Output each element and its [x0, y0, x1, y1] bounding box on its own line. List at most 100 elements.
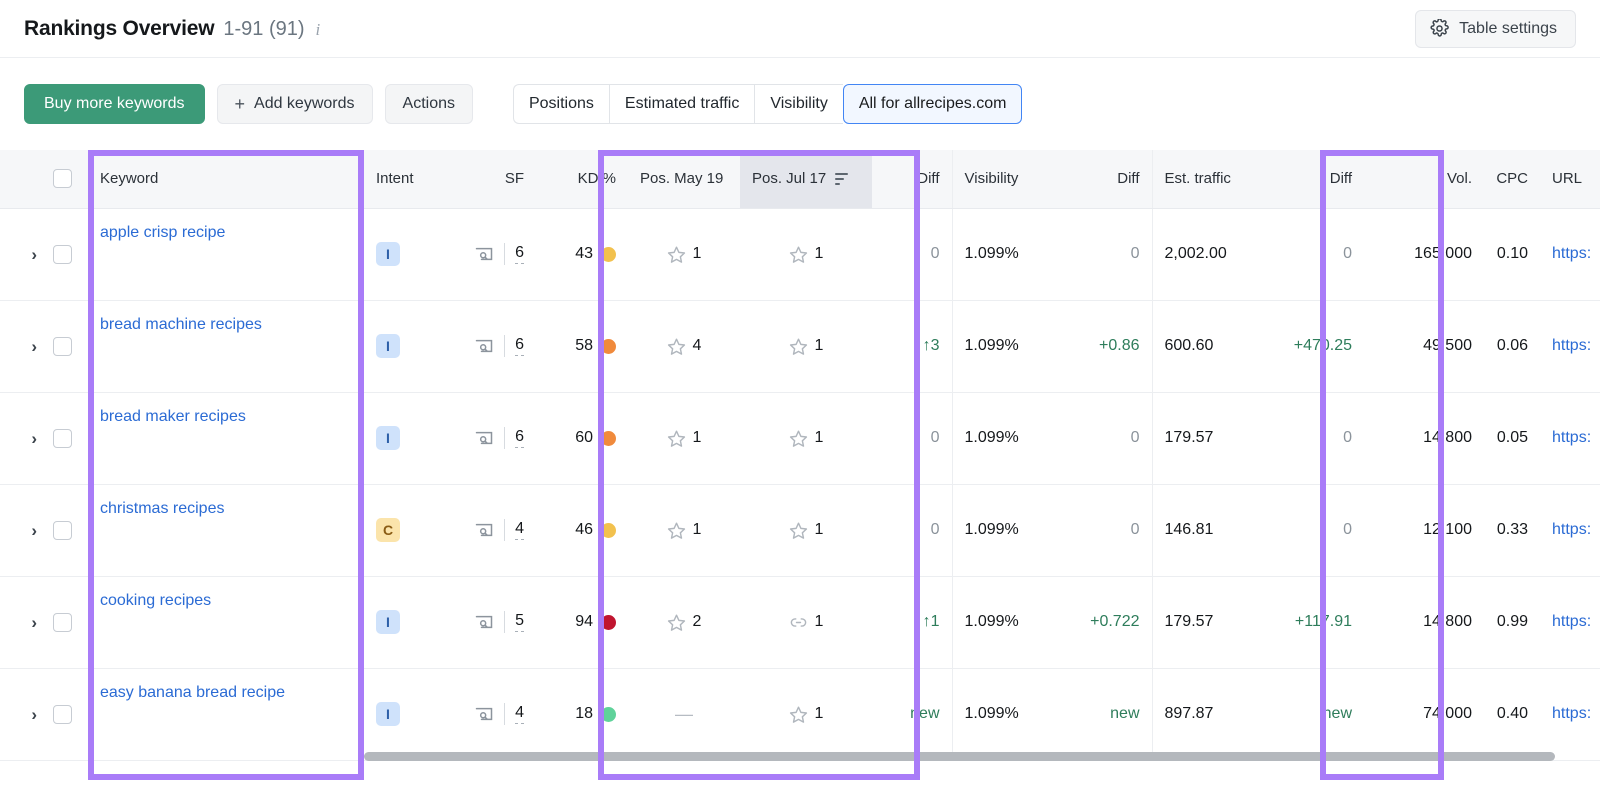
tab-all-for-domain[interactable]: All for allrecipes.com: [843, 84, 1023, 124]
url-link[interactable]: https:: [1552, 429, 1591, 446]
column-header-keyword[interactable]: Keyword: [88, 150, 364, 208]
url-link[interactable]: https:: [1552, 705, 1591, 722]
intent-badge[interactable]: I: [376, 610, 400, 634]
keyword-link[interactable]: apple crisp recipe: [100, 224, 225, 241]
keyword-link[interactable]: bread maker recipes: [100, 408, 246, 425]
pos-diff-cell: 0: [872, 392, 952, 484]
expand-row-icon[interactable]: ›: [31, 430, 37, 447]
row-checkbox[interactable]: [53, 245, 72, 264]
est-traffic-cell: 600.60: [1152, 300, 1274, 392]
intent-badge[interactable]: I: [376, 242, 400, 266]
intent-badge[interactable]: I: [376, 426, 400, 450]
sort-descending-icon[interactable]: [833, 172, 850, 186]
expand-row-icon[interactable]: ›: [31, 522, 37, 539]
sf-value[interactable]: 4: [515, 520, 524, 540]
table-row[interactable]: ›bread maker recipesI6601101.099%0179.57…: [0, 392, 1600, 484]
sf-value[interactable]: 6: [515, 244, 524, 264]
position-value: 1: [815, 245, 824, 263]
kd-cell: 58: [536, 300, 628, 392]
actions-button[interactable]: Actions: [385, 84, 473, 124]
column-header-traffic-diff[interactable]: Diff: [1274, 150, 1364, 208]
serp-features-icon: [474, 244, 494, 264]
row-checkbox[interactable]: [53, 613, 72, 632]
expand-row-icon[interactable]: ›: [31, 338, 37, 355]
add-keywords-button[interactable]: + Add keywords: [217, 84, 373, 124]
table-settings-button[interactable]: Table settings: [1415, 10, 1576, 48]
star-icon: [667, 245, 686, 264]
row-checkbox[interactable]: [53, 429, 72, 448]
pos-jul-cell: 1: [740, 576, 872, 668]
table-row[interactable]: ›bread machine recipesI65841↑31.099%+0.8…: [0, 300, 1600, 392]
volume-cell: 74,000: [1364, 668, 1484, 760]
kd-difficulty-dot: [601, 523, 616, 538]
volume-cell: 14,800: [1364, 576, 1484, 668]
buy-more-keywords-button[interactable]: Buy more keywords: [24, 84, 205, 124]
column-label-pos-may: Pos. May 19: [640, 170, 723, 187]
url-link[interactable]: https:: [1552, 245, 1591, 262]
expand-row-icon[interactable]: ›: [31, 706, 37, 723]
pos-may-cell: —: [628, 668, 740, 760]
url-cell: https:: [1540, 484, 1600, 576]
kd-difficulty-dot: [601, 247, 616, 262]
sf-value[interactable]: 6: [515, 428, 524, 448]
table-row[interactable]: ›christmas recipesC4461101.099%0146.8101…: [0, 484, 1600, 576]
row-checkbox[interactable]: [53, 337, 72, 356]
kd-cell: 46: [536, 484, 628, 576]
visibility-diff-cell: 0: [1062, 392, 1152, 484]
est-traffic-cell: 2,002.00: [1152, 208, 1274, 300]
sf-value[interactable]: 4: [515, 704, 524, 724]
column-header-volume[interactable]: Vol.: [1364, 150, 1484, 208]
keyword-link[interactable]: christmas recipes: [100, 500, 224, 517]
keyword-link[interactable]: bread machine recipes: [100, 316, 262, 333]
sf-cell: 5: [438, 576, 536, 668]
expand-row-icon[interactable]: ›: [31, 614, 37, 631]
select-all-checkbox[interactable]: [53, 169, 72, 188]
sf-cell: 6: [438, 208, 536, 300]
column-header-pos-jul[interactable]: Pos. Jul 17: [740, 150, 872, 208]
info-icon[interactable]: i: [316, 20, 321, 40]
keyword-link[interactable]: cooking recipes: [100, 592, 211, 609]
sf-cell: 6: [438, 300, 536, 392]
intent-badge[interactable]: I: [376, 334, 400, 358]
position-value: 1: [815, 705, 824, 723]
position-value: 1: [693, 429, 702, 447]
sf-value[interactable]: 5: [515, 612, 524, 632]
rankings-table: Keyword Intent SF KD % Pos. May 19 Pos. …: [0, 150, 1600, 761]
tab-estimated-traffic[interactable]: Estimated traffic: [609, 84, 754, 124]
position-value: 1: [693, 521, 702, 539]
url-link[interactable]: https:: [1552, 613, 1591, 630]
column-header-visibility-diff[interactable]: Diff: [1062, 150, 1152, 208]
intent-badge[interactable]: C: [376, 518, 400, 542]
row-select-cell: ›: [0, 392, 88, 484]
select-all-header: [0, 150, 88, 208]
column-header-url[interactable]: URL: [1540, 150, 1600, 208]
tab-visibility[interactable]: Visibility: [754, 84, 843, 124]
star-icon: [789, 429, 808, 448]
position-value: 1: [815, 429, 824, 447]
expand-row-icon[interactable]: ›: [31, 246, 37, 263]
column-header-cpc[interactable]: CPC: [1484, 150, 1540, 208]
column-label-pos-jul: Pos. Jul 17: [752, 170, 826, 187]
tab-positions[interactable]: Positions: [513, 84, 609, 124]
row-checkbox[interactable]: [53, 705, 72, 724]
intent-badge[interactable]: I: [376, 702, 400, 726]
url-link[interactable]: https:: [1552, 337, 1591, 354]
column-header-est-traffic[interactable]: Est. traffic: [1152, 150, 1274, 208]
table-row[interactable]: ›cooking recipesI59421↑11.099%+0.722179.…: [0, 576, 1600, 668]
view-segmented-control: Positions Estimated traffic Visibility A…: [513, 84, 1022, 124]
row-checkbox[interactable]: [53, 521, 72, 540]
intent-cell: I: [364, 300, 438, 392]
column-header-kd[interactable]: KD %: [536, 150, 628, 208]
column-header-pos-may[interactable]: Pos. May 19: [628, 150, 740, 208]
sf-value[interactable]: 6: [515, 336, 524, 356]
column-header-sf[interactable]: SF: [438, 150, 536, 208]
column-header-intent[interactable]: Intent: [364, 150, 438, 208]
column-header-pos-diff[interactable]: Diff: [872, 150, 952, 208]
url-link[interactable]: https:: [1552, 521, 1591, 538]
keyword-link[interactable]: easy banana bread recipe: [100, 684, 285, 701]
table-row[interactable]: ›apple crisp recipeI6431101.099%02,002.0…: [0, 208, 1600, 300]
table-row[interactable]: ›easy banana bread recipeI418—1new1.099%…: [0, 668, 1600, 760]
pos-jul-cell: 1: [740, 300, 872, 392]
column-header-visibility[interactable]: Visibility: [952, 150, 1062, 208]
url-cell: https:: [1540, 208, 1600, 300]
